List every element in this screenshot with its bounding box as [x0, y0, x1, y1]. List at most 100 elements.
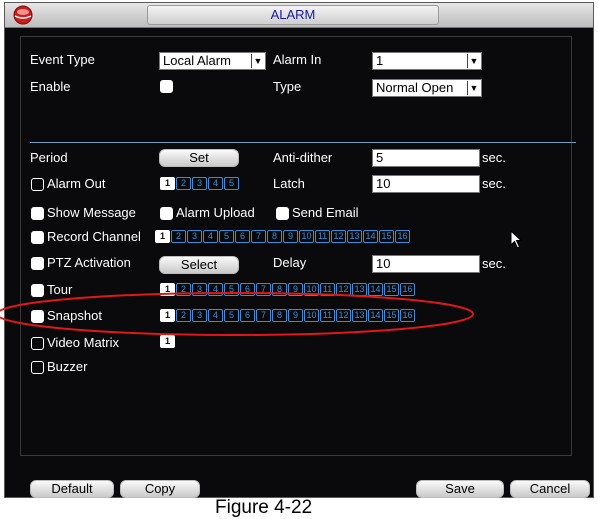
snapshot-channel-10[interactable]: 10 — [304, 309, 319, 322]
record-channel-channel-11[interactable]: 11 — [315, 230, 330, 243]
tour-channel-8[interactable]: 8 — [272, 283, 287, 296]
save-button[interactable]: Save — [416, 480, 504, 498]
ptz-activation-checkbox[interactable] — [31, 257, 44, 270]
record-channel-channel-10[interactable]: 10 — [299, 230, 314, 243]
latch-label: Latch — [273, 176, 305, 191]
alarm-upload-checkbox[interactable] — [160, 207, 173, 220]
tour-channel-13[interactable]: 13 — [352, 283, 367, 296]
tour-channel-3[interactable]: 3 — [192, 283, 207, 296]
anti-dither-label: Anti-dither — [273, 150, 333, 165]
delay-label: Delay — [273, 255, 307, 270]
anti-dither-input[interactable]: 5 — [372, 149, 480, 167]
period-set-button[interactable]: Set — [159, 149, 239, 167]
record-channel-channel-3[interactable]: 3 — [187, 230, 202, 243]
event-type-value: Local Alarm — [163, 53, 231, 68]
anti-dither-unit: sec. — [482, 150, 506, 165]
snapshot-channel-5[interactable]: 5 — [224, 309, 239, 322]
record-channel-channel-6[interactable]: 6 — [235, 230, 250, 243]
delay-unit: sec. — [482, 256, 506, 271]
record-channel-channel-16[interactable]: 16 — [395, 230, 410, 243]
chevron-down-icon[interactable]: ▼ — [467, 81, 480, 95]
tour-checkbox[interactable] — [31, 284, 44, 297]
alarm-out-checkbox[interactable] — [31, 178, 44, 191]
record-channel-channel-5[interactable]: 5 — [219, 230, 234, 243]
snapshot-channel-11[interactable]: 11 — [320, 309, 335, 322]
record-channel-channel-2[interactable]: 2 — [171, 230, 186, 243]
snapshot-channel-14[interactable]: 14 — [368, 309, 383, 322]
ptz-select-button[interactable]: Select — [159, 256, 239, 274]
show-message-label: Show Message — [47, 205, 136, 220]
tour-channel-2[interactable]: 2 — [176, 283, 191, 296]
cancel-button[interactable]: Cancel — [510, 480, 590, 498]
record-channel-channel-1[interactable]: 1 — [155, 230, 170, 243]
record-channel-checkbox[interactable] — [31, 231, 44, 244]
alarm-out-channel-2[interactable]: 2 — [176, 177, 191, 190]
record-channel-channel-8[interactable]: 8 — [267, 230, 282, 243]
section-divider — [30, 142, 576, 143]
record-channel-channel-4[interactable]: 4 — [203, 230, 218, 243]
snapshot-channel-4[interactable]: 4 — [208, 309, 223, 322]
snapshot-channel-3[interactable]: 3 — [192, 309, 207, 322]
tour-channel-1[interactable]: 1 — [160, 283, 175, 296]
tour-channel-7[interactable]: 7 — [256, 283, 271, 296]
snapshot-channel-16[interactable]: 16 — [400, 309, 415, 322]
tour-channel-16[interactable]: 16 — [400, 283, 415, 296]
alarm-upload-label: Alarm Upload — [176, 205, 255, 220]
tour-channel-15[interactable]: 15 — [384, 283, 399, 296]
snapshot-channel-15[interactable]: 15 — [384, 309, 399, 322]
alarm-out-channel-3[interactable]: 3 — [192, 177, 207, 190]
enable-checkbox[interactable] — [160, 80, 173, 93]
tour-channel-14[interactable]: 14 — [368, 283, 383, 296]
tour-channel-9[interactable]: 9 — [288, 283, 303, 296]
record-channel-channel-12[interactable]: 12 — [331, 230, 346, 243]
record-channel-channel-9[interactable]: 9 — [283, 230, 298, 243]
chevron-down-icon[interactable]: ▼ — [467, 54, 480, 68]
send-email-checkbox[interactable] — [276, 207, 289, 220]
video-matrix-channels: 1 — [160, 335, 176, 349]
tour-channel-10[interactable]: 10 — [304, 283, 319, 296]
default-button[interactable]: Default — [30, 480, 114, 498]
alarm-out-channel-4[interactable]: 4 — [208, 177, 223, 190]
record-channel-channel-13[interactable]: 13 — [347, 230, 362, 243]
record-channel-channel-14[interactable]: 14 — [363, 230, 378, 243]
window-title: ALARM — [147, 5, 439, 25]
tour-channel-12[interactable]: 12 — [336, 283, 351, 296]
type-label: Type — [273, 79, 302, 94]
video-matrix-label: Video Matrix — [47, 335, 120, 350]
tour-channel-6[interactable]: 6 — [240, 283, 255, 296]
snapshot-channel-13[interactable]: 13 — [352, 309, 367, 322]
type-dropdown[interactable]: Normal Open ▼ — [372, 79, 482, 97]
snapshot-channel-1[interactable]: 1 — [160, 309, 175, 322]
alarm-out-channel-5[interactable]: 5 — [224, 177, 239, 190]
tour-channel-4[interactable]: 4 — [208, 283, 223, 296]
buzzer-label: Buzzer — [47, 359, 88, 374]
snapshot-channel-2[interactable]: 2 — [176, 309, 191, 322]
snapshot-channel-7[interactable]: 7 — [256, 309, 271, 322]
record-channel-channel-7[interactable]: 7 — [251, 230, 266, 243]
video-matrix-channel-1[interactable]: 1 — [160, 335, 175, 348]
copy-button[interactable]: Copy — [120, 480, 200, 498]
chevron-down-icon[interactable]: ▼ — [251, 54, 264, 68]
logo-icon — [13, 5, 33, 25]
delay-input[interactable]: 10 — [372, 255, 480, 273]
latch-input[interactable]: 10 — [372, 175, 480, 193]
show-message-checkbox[interactable] — [31, 207, 44, 220]
ptz-activation-label: PTZ Activation — [47, 255, 131, 270]
mouse-cursor-icon — [510, 230, 523, 249]
video-matrix-checkbox[interactable] — [31, 337, 44, 350]
send-email-label: Send Email — [292, 205, 359, 220]
alarm-out-channel-1[interactable]: 1 — [160, 177, 175, 190]
tour-channel-5[interactable]: 5 — [224, 283, 239, 296]
snapshot-channel-8[interactable]: 8 — [272, 309, 287, 322]
event-type-dropdown[interactable]: Local Alarm ▼ — [159, 52, 266, 70]
tour-channel-11[interactable]: 11 — [320, 283, 335, 296]
buzzer-checkbox[interactable] — [31, 361, 44, 374]
snapshot-channel-12[interactable]: 12 — [336, 309, 351, 322]
snapshot-channels: 1 2 3 4 5 6 7 8 9 10 11 12 13 14 15 16 — [160, 309, 416, 323]
enable-label: Enable — [30, 79, 71, 94]
alarm-in-dropdown[interactable]: 1 ▼ — [372, 52, 482, 70]
snapshot-channel-6[interactable]: 6 — [240, 309, 255, 322]
snapshot-checkbox[interactable] — [31, 310, 44, 323]
snapshot-channel-9[interactable]: 9 — [288, 309, 303, 322]
record-channel-channel-15[interactable]: 15 — [379, 230, 394, 243]
